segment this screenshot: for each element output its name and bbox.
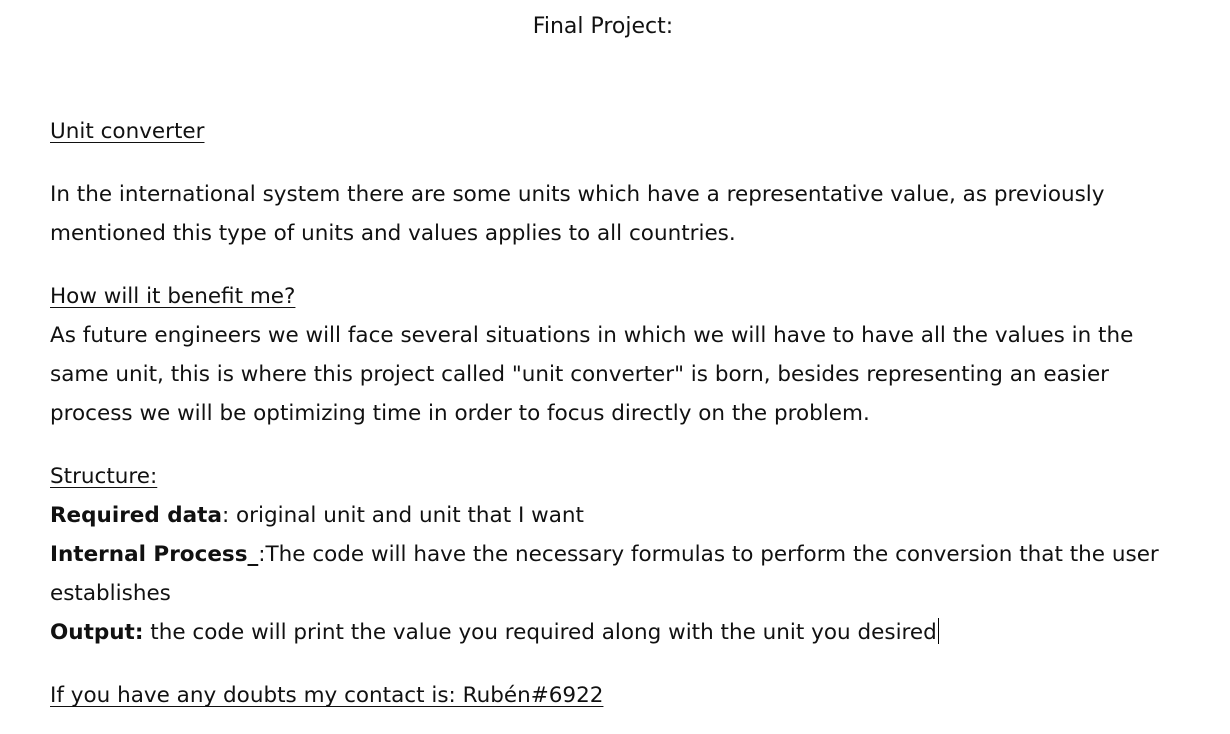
internal-process-line: Internal Process_:The code will have the… <box>50 535 1170 613</box>
output-line: Output: the code will print the value yo… <box>50 613 1170 652</box>
document-body: Unit converter In the international syst… <box>50 112 1170 715</box>
text-cursor <box>937 618 940 644</box>
contact-line: If you have any doubts my contact is: Ru… <box>50 683 604 708</box>
required-data-line: Required data: original unit and unit th… <box>50 496 1170 535</box>
required-data-label: Required data <box>50 503 222 528</box>
benefit-paragraph: As future engineers we will face several… <box>50 323 1134 426</box>
heading-benefit: How will it benefit me? <box>50 284 296 309</box>
required-data-text: : original unit and unit that I want <box>221 503 584 528</box>
heading-unit-converter: Unit converter <box>50 119 205 144</box>
heading-structure: Structure: <box>50 464 158 489</box>
intro-paragraph: In the international system there are so… <box>50 182 1105 246</box>
output-label: Output: <box>50 620 144 645</box>
internal-process-label: Internal Process_ <box>50 542 259 567</box>
output-text: the code will print the value you requir… <box>143 620 937 645</box>
document-page[interactable]: Final Project: Unit converter In the int… <box>0 0 1230 734</box>
document-title: Final Project: <box>532 14 674 39</box>
